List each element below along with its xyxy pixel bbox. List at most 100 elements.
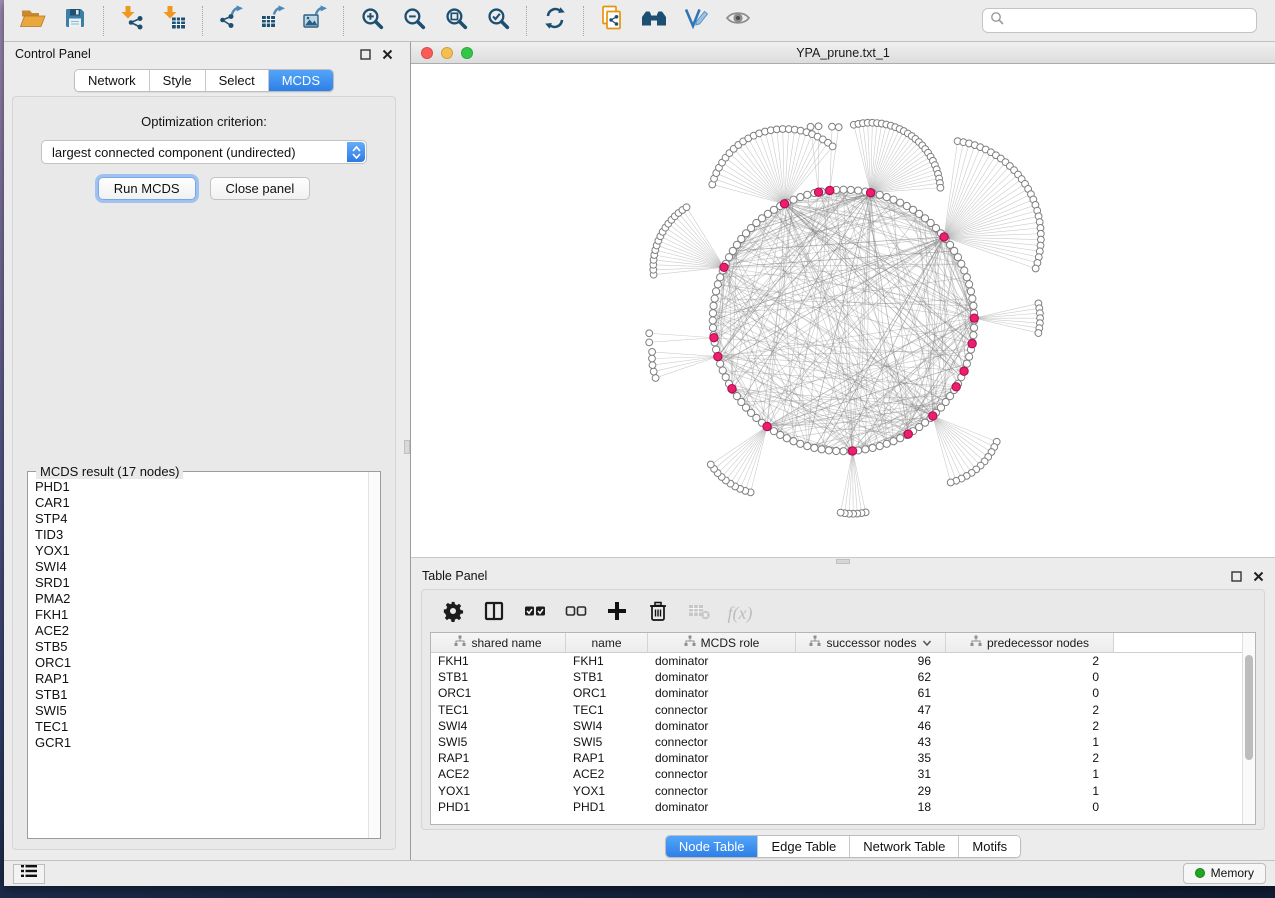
float-panel-icon[interactable] [360,49,371,60]
maximize-window-icon[interactable] [461,47,473,59]
mcds-result-item[interactable]: RAP1 [35,671,368,687]
table-row[interactable]: STB1STB1dominator620 [431,669,1255,685]
zoom-out-button[interactable] [395,4,433,38]
network-window-titlebar[interactable]: YPA_prune.txt_1 [411,42,1275,64]
network-graph-svg[interactable] [411,64,1275,557]
zoom-fit-button[interactable] [437,4,475,38]
cell-shared-name: STB1 [431,670,566,684]
node-table: shared namenameMCDS rolesuccessor nodesp… [430,632,1256,825]
mcds-result-scrollbar[interactable] [368,472,380,838]
mcds-result-item[interactable]: ACE2 [35,623,368,639]
column-visibility-button[interactable] [481,600,507,626]
column-header-successor-nodes[interactable]: successor nodes [796,633,946,652]
tab-network-table[interactable]: Network Table [850,836,959,857]
console-button[interactable] [13,864,45,884]
save-session-button[interactable] [56,4,94,38]
table-row[interactable]: ACE2ACE2connector311 [431,766,1255,782]
table-container: f(x) shared namenameMCDS rolesuccessor n… [421,589,1265,830]
minimize-window-icon[interactable] [441,47,453,59]
table-settings-button[interactable] [440,600,466,626]
mcds-result-item[interactable]: PMA2 [35,591,368,607]
tab-node-table[interactable]: Node Table [666,836,759,857]
table-row[interactable]: PHD1PHD1dominator180 [431,799,1255,815]
share-document-button[interactable] [593,4,631,38]
mcds-result-item[interactable]: FKH1 [35,607,368,623]
close-table-panel-icon[interactable] [1253,571,1264,582]
cell-predecessor-nodes: 2 [946,654,1114,668]
attribute-icon [970,635,982,650]
vertical-splitter[interactable] [404,42,411,860]
horizontal-splitter-handle[interactable] [836,559,850,564]
mcds-result-item[interactable]: PHD1 [35,479,368,495]
column-header-MCDS-role[interactable]: MCDS role [648,633,796,652]
export-table-button[interactable] [254,4,292,38]
search-input[interactable] [1009,14,1249,28]
refresh-view-button[interactable] [536,4,574,38]
open-file-button[interactable] [14,4,52,38]
table-row[interactable]: SWI5SWI5connector431 [431,734,1255,750]
export-image-button[interactable] [296,4,334,38]
import-network-button[interactable] [113,4,151,38]
select-all-rows-button[interactable] [522,600,548,626]
close-panel-button[interactable]: Close panel [210,177,311,200]
mcds-result-item[interactable]: STP4 [35,511,368,527]
tab-motifs[interactable]: Motifs [959,836,1020,857]
mcds-result-item[interactable]: GCR1 [35,735,368,751]
find-network-icon [640,6,668,35]
column-header-shared-name[interactable]: shared name [431,633,566,652]
float-table-panel-icon[interactable] [1231,571,1242,582]
show-details-button[interactable] [719,4,757,38]
table-row[interactable]: SWI4SWI4dominator462 [431,718,1255,734]
deselect-all-rows-button[interactable] [563,600,589,626]
criterion-select[interactable]: largest connected component (undirected) [41,140,367,164]
toolbar-separator [343,6,344,36]
tab-network[interactable]: Network [75,70,150,91]
table-row[interactable]: YOX1YOX1connector291 [431,783,1255,799]
run-mcds-button[interactable]: Run MCDS [98,177,196,200]
memory-status-icon [1195,868,1205,878]
mcds-result-item[interactable]: ORC1 [35,655,368,671]
close-panel-icon[interactable] [382,49,393,60]
vertical-splitter-handle[interactable] [404,440,410,454]
search-field[interactable] [982,8,1257,33]
export-table-icon [260,5,286,36]
horizontal-splitter[interactable] [411,557,1275,564]
zoom-in-icon [360,6,385,36]
table-row[interactable]: FKH1FKH1dominator962 [431,653,1255,669]
mcds-result-item[interactable]: SWI4 [35,559,368,575]
visual-style-button[interactable] [677,4,715,38]
zoom-selected-button[interactable] [479,4,517,38]
import-table-button[interactable] [155,4,193,38]
column-header-predecessor-nodes[interactable]: predecessor nodes [946,633,1114,652]
table-row[interactable]: TEC1TEC1connector472 [431,702,1255,718]
table-row[interactable]: ORC1ORC1dominator610 [431,685,1255,701]
tab-edge-table[interactable]: Edge Table [758,836,850,857]
delete-column-button[interactable] [645,600,671,626]
close-window-icon[interactable] [421,47,433,59]
tab-select[interactable]: Select [206,70,269,91]
find-network-button[interactable] [635,4,673,38]
network-canvas[interactable] [411,64,1275,557]
column-header-name[interactable]: name [566,633,648,652]
mcds-result-item[interactable]: STB1 [35,687,368,703]
tab-style[interactable]: Style [150,70,206,91]
mcds-result-item[interactable]: CAR1 [35,495,368,511]
add-column-icon [606,600,628,627]
zoom-in-button[interactable] [353,4,391,38]
table-row[interactable]: RAP1RAP1dominator352 [431,750,1255,766]
mcds-result-item[interactable]: YOX1 [35,543,368,559]
mcds-result-item[interactable]: SWI5 [35,703,368,719]
mcds-result-item[interactable]: SRD1 [35,575,368,591]
mcds-result-item[interactable]: TID3 [35,527,368,543]
table-scrollbar-thumb[interactable] [1245,655,1253,760]
cell-name: STB1 [566,670,648,684]
mcds-result-item[interactable]: TEC1 [35,719,368,735]
add-column-button[interactable] [604,600,630,626]
memory-button[interactable]: Memory [1183,863,1266,884]
mcds-result-item[interactable]: STB5 [35,639,368,655]
tab-mcds[interactable]: MCDS [269,70,333,91]
cell-MCDS-role: dominator [648,670,796,684]
table-scrollbar[interactable] [1242,633,1255,824]
export-network-button[interactable] [212,4,250,38]
cell-predecessor-nodes: 2 [946,703,1114,717]
